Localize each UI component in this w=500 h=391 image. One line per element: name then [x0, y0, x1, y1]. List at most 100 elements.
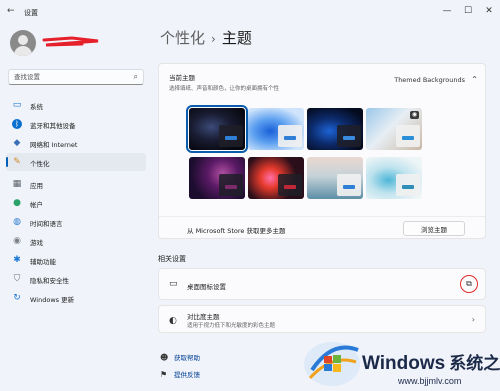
- theme-accent-swatch: [343, 136, 355, 140]
- account-icon: ●: [13, 198, 21, 208]
- avatar[interactable]: [10, 30, 36, 56]
- store-text: 从 Microsoft Store 获取更多主题: [187, 227, 286, 235]
- store-row: 从 Microsoft Store 获取更多主题 浏览主题: [159, 216, 485, 239]
- wifi-icon: ◆: [13, 138, 21, 148]
- sidebar-item-label: 隐私和安全性: [30, 277, 69, 285]
- give-feedback-label: 提供反馈: [174, 371, 200, 379]
- browse-themes-button[interactable]: 浏览主题: [403, 221, 465, 236]
- contrast-icon: ◐: [169, 316, 177, 326]
- theme-accent-swatch: [402, 136, 414, 140]
- theme-preview-window: [337, 125, 361, 147]
- theme-preview-window: [278, 125, 302, 147]
- desktop-icon-settings-row[interactable]: ▭ 桌面图标设置 ⧉: [158, 268, 486, 300]
- help-icon: ☻: [160, 353, 169, 362]
- theme-preview-window: [219, 174, 243, 196]
- sidebar-item-privacy[interactable]: ⛉ 隐私和安全性: [6, 270, 146, 288]
- watermark-url: www.bjjmlv.com: [398, 376, 462, 386]
- theme-preview-window: [278, 174, 302, 196]
- theme-accent-swatch: [343, 185, 355, 189]
- theme-preview-window: [219, 125, 243, 147]
- sidebar-item-label: 个性化: [30, 160, 50, 168]
- bluetooth-icon: ᛒ: [12, 119, 22, 129]
- contrast-themes-description: 适用于视力低下和光敏度的彩色主题: [187, 323, 276, 329]
- theme-preview-window: [337, 174, 361, 196]
- sidebar-item-label: 系统: [30, 103, 43, 111]
- current-theme-name: Themed Backgrounds: [394, 76, 465, 84]
- sidebar-item-time-language[interactable]: ◍ 时间和语言: [6, 213, 146, 231]
- theme-tile-sunrise[interactable]: [307, 157, 363, 199]
- sidebar-item-accounts[interactable]: ● 帐户: [6, 194, 146, 212]
- chevron-up-icon[interactable]: ⌃: [471, 75, 478, 84]
- globe-clock-icon: ◍: [13, 217, 21, 227]
- sidebar-item-label: 游戏: [30, 239, 43, 247]
- watermark: Windows系统之家 www.bjjmlv.com: [300, 330, 500, 391]
- current-theme-card: 当前主题 选择填纸、声音和颜色，让你的桌面拥有个性 Themed Backgro…: [158, 63, 486, 239]
- theme-tile-dark-bloom[interactable]: [186, 105, 248, 153]
- theme-tile-windows-dark[interactable]: [307, 108, 363, 150]
- apps-icon: ▦: [12, 179, 22, 189]
- sidebar-item-label: 应用: [30, 182, 43, 190]
- theme-preview-window: [396, 125, 420, 147]
- sidebar-item-label: 蓝牙和其他设备: [30, 122, 76, 130]
- contrast-themes-label: 对比度主题: [187, 313, 220, 321]
- theme-tile-bloom-teal[interactable]: [366, 157, 422, 199]
- app-title: 设置: [24, 9, 38, 17]
- sidebar-item-system[interactable]: ▭ 系统: [6, 96, 146, 114]
- contrast-themes-row[interactable]: ◐ 对比度主题 适用于视力低下和光敏度的彩色主题 ›: [158, 305, 486, 333]
- current-theme-description: 选择填纸、声音和颜色，让你的桌面拥有个性: [169, 86, 280, 92]
- active-indicator: [6, 157, 8, 167]
- monitor-icon: ▭: [169, 279, 178, 289]
- watermark-brand-cn: 系统之家: [449, 354, 500, 373]
- search-icon[interactable]: ⌕: [134, 72, 138, 82]
- maximize-button[interactable]: ☐: [460, 4, 476, 18]
- chevron-right-icon: ›: [471, 315, 475, 324]
- user-name-redacted: [42, 36, 99, 47]
- theme-tile-flow[interactable]: [248, 157, 304, 199]
- search-box[interactable]: ⌕: [8, 69, 144, 85]
- breadcrumb: 个性化 › 主题: [160, 27, 252, 48]
- camera-icon: ◉: [410, 111, 419, 119]
- watermark-brand: Windows系统之家: [362, 349, 500, 375]
- sidebar-item-gaming[interactable]: ◉ 游戏: [6, 232, 146, 250]
- sidebar-item-label: 帐户: [30, 201, 43, 209]
- theme-tile-captured-motion[interactable]: [189, 157, 245, 199]
- sidebar-item-accessibility[interactable]: ✱ 辅助功能: [6, 251, 146, 269]
- brush-icon: ✎: [13, 157, 21, 167]
- give-feedback-link[interactable]: ⚑ 提供反馈: [160, 369, 200, 379]
- close-button[interactable]: ✕: [481, 4, 497, 18]
- get-help-label: 获取帮助: [174, 354, 200, 362]
- minimize-button[interactable]: —: [439, 4, 455, 18]
- sidebar-item-apps[interactable]: ▦ 应用: [6, 175, 146, 193]
- gamepad-icon: ◉: [13, 236, 21, 246]
- external-link-icon[interactable]: ⧉: [460, 275, 478, 293]
- sidebar-item-personalization[interactable]: ✎ 个性化: [6, 153, 146, 171]
- page-title: 主题: [221, 29, 252, 47]
- get-help-link[interactable]: ☻ 获取帮助: [160, 352, 200, 362]
- theme-accent-swatch: [225, 136, 237, 140]
- back-arrow-icon[interactable]: ←: [7, 6, 15, 16]
- theme-accent-swatch: [284, 136, 296, 140]
- feedback-icon: ⚑: [160, 370, 168, 379]
- desktop-icon-settings-label: 桌面图标设置: [187, 283, 226, 291]
- theme-accent-swatch: [402, 185, 414, 189]
- watermark-brand-en: Windows: [362, 353, 446, 374]
- title-bar: ← 设置 — ☐ ✕: [0, 0, 500, 26]
- sidebar-item-label: 辅助功能: [30, 258, 56, 266]
- chevron-right-icon: ›: [211, 32, 216, 46]
- related-settings-title: 相关设置: [158, 255, 186, 263]
- search-input[interactable]: [14, 73, 124, 81]
- sidebar-item-network[interactable]: ◆ 网络和 Internet: [6, 134, 146, 152]
- breadcrumb-parent[interactable]: 个性化: [160, 29, 205, 47]
- theme-tile-glow[interactable]: ◉: [366, 108, 422, 150]
- avatar-body: [14, 46, 32, 56]
- windows-logo: [304, 342, 360, 386]
- sidebar-item-label: 网络和 Internet: [30, 141, 78, 149]
- theme-tile-windows-light[interactable]: [248, 108, 304, 150]
- monitor-icon: ▭: [12, 100, 22, 110]
- sidebar-item-windows-update[interactable]: ↻ Windows 更新: [6, 289, 146, 307]
- sidebar-item-label: 时间和语言: [30, 220, 63, 228]
- update-icon: ↻: [13, 293, 21, 303]
- theme-accent-swatch: [225, 185, 237, 189]
- accessibility-icon: ✱: [13, 255, 21, 265]
- sidebar-item-bluetooth[interactable]: ᛒ 蓝牙和其他设备: [6, 115, 146, 133]
